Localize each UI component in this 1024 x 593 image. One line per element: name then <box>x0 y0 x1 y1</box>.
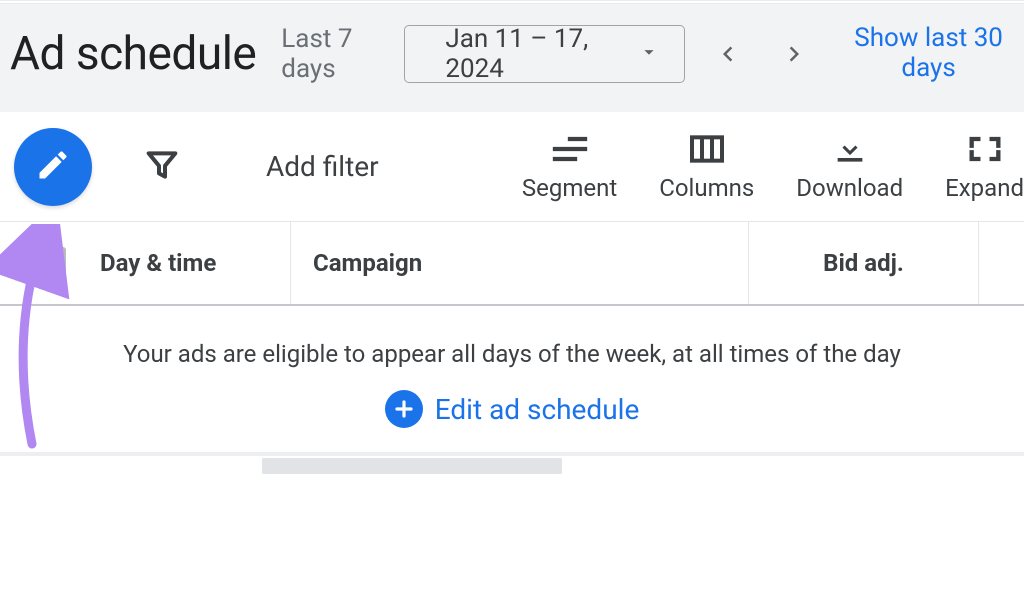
expand-button[interactable]: Expand <box>945 132 1024 202</box>
edit-ad-schedule-label: Edit ad schedule <box>435 393 640 426</box>
toolbar: Add filter Segment Columns Download Expa… <box>0 112 1024 222</box>
horizontal-scrollbar[interactable] <box>0 452 1024 476</box>
download-button[interactable]: Download <box>796 132 903 202</box>
segment-label: Segment <box>522 174 617 202</box>
empty-state-message: Your ads are eligible to appear all days… <box>0 340 1024 368</box>
filter-button[interactable] <box>142 145 182 189</box>
columns-button[interactable]: Columns <box>659 132 754 202</box>
edit-ad-schedule-button[interactable]: Edit ad schedule <box>0 390 1024 428</box>
download-label: Download <box>796 174 903 202</box>
filter-icon <box>142 145 182 189</box>
columns-label: Columns <box>659 174 754 202</box>
column-bid-adj-label: Bid adj. <box>823 249 904 277</box>
column-bid-adj[interactable]: Bid adj. <box>748 222 978 304</box>
page-header: Ad schedule Last 7 days Jan 11 – 17, 202… <box>0 4 1024 112</box>
segment-icon <box>550 132 590 166</box>
expand-icon <box>965 132 1005 166</box>
table-header-row: Day & time Campaign Bid adj. <box>0 222 1024 306</box>
date-range-picker[interactable]: Jan 11 – 17, 2024 <box>404 25 685 83</box>
column-campaign-label: Campaign <box>313 249 422 277</box>
select-all-cell <box>0 247 100 279</box>
download-icon <box>830 132 870 166</box>
edit-fab-button[interactable] <box>14 128 92 206</box>
column-spacer <box>978 222 1024 304</box>
column-day-time[interactable]: Day & time <box>100 249 290 277</box>
date-range-label: Last 7 days <box>281 24 386 84</box>
column-campaign[interactable]: Campaign <box>290 222 748 304</box>
expand-label: Expand <box>945 174 1024 202</box>
date-range-value: Jan 11 – 17, 2024 <box>445 24 598 84</box>
chevron-down-icon <box>638 41 660 67</box>
select-all-checkbox[interactable] <box>34 247 66 279</box>
date-next-button[interactable] <box>779 39 809 69</box>
plus-icon <box>385 390 423 428</box>
pencil-icon <box>35 147 71 187</box>
add-filter-input[interactable]: Add filter <box>266 150 379 183</box>
scroll-thumb[interactable] <box>262 458 562 474</box>
toolbar-actions: Segment Columns Download Expand <box>522 132 1024 202</box>
page-title: Ad schedule <box>10 29 281 80</box>
columns-icon <box>687 132 727 166</box>
show-last-30-days-link[interactable]: Show last 30 days <box>845 24 1012 84</box>
segment-button[interactable]: Segment <box>522 132 617 202</box>
empty-state: Your ads are eligible to appear all days… <box>0 306 1024 452</box>
date-prev-button[interactable] <box>713 39 743 69</box>
